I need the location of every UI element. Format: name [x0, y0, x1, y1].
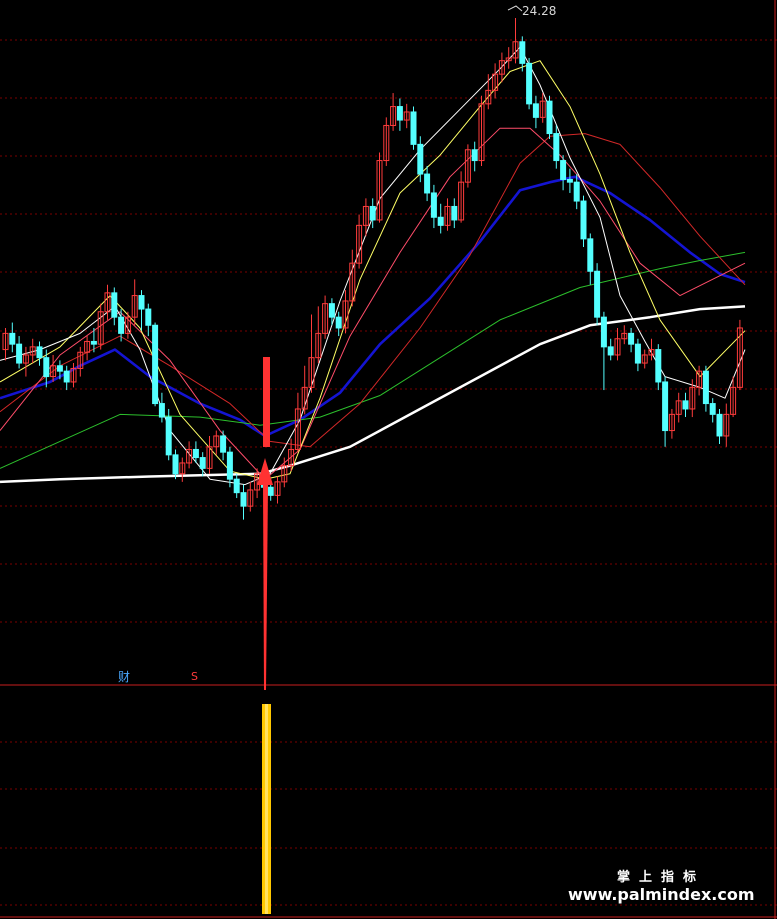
peak-pointer — [507, 5, 523, 12]
candle-body — [655, 349, 662, 383]
candle-body — [9, 332, 16, 345]
candle-body — [118, 316, 125, 334]
candle-body — [16, 343, 23, 364]
candle-body — [369, 205, 376, 221]
candle-body — [145, 308, 152, 326]
ma-line-ma30 — [0, 133, 746, 448]
candle-body — [199, 457, 206, 469]
candle-body — [220, 435, 227, 453]
candle-body — [158, 403, 165, 418]
candle-body — [430, 192, 437, 218]
candle-body — [628, 332, 635, 345]
candle-body — [546, 100, 553, 135]
candle-body — [709, 403, 716, 415]
candle-body — [553, 133, 560, 162]
candle-body — [587, 238, 594, 272]
candle-body — [607, 346, 614, 356]
candle-body — [600, 316, 607, 348]
finance-marker: 财 — [118, 670, 131, 684]
candle-body — [172, 454, 179, 475]
signal-volume-bar-highlight — [265, 704, 268, 914]
candle-body — [90, 340, 97, 345]
candle-body — [682, 400, 689, 410]
ma-line-ma5 — [0, 46, 746, 486]
candle-body — [451, 205, 458, 221]
candle-body — [192, 448, 199, 459]
moving-average-lines — [0, 46, 746, 486]
candle-body — [634, 343, 641, 364]
candle-body — [396, 106, 403, 121]
candle-body — [437, 216, 444, 226]
kline-chart — [0, 0, 777, 919]
candlesticks — [2, 5, 743, 520]
candle-body — [702, 370, 709, 405]
signal-red-bar — [263, 357, 270, 447]
candle-body — [560, 160, 567, 180]
candle-body — [267, 486, 274, 496]
watermark-url: www.palmindex.com — [568, 885, 755, 904]
buy-signal — [257, 357, 273, 914]
candle-body — [594, 270, 601, 318]
candle-body — [410, 111, 417, 145]
watermark-cn: 掌上指标 — [617, 870, 706, 885]
candle-body — [56, 365, 63, 372]
candle-body — [532, 103, 539, 118]
chart-stage: 24.28 财 S 掌上指标 www.palmindex.com — [0, 0, 777, 919]
candle-body — [471, 149, 478, 162]
candle-body — [226, 451, 233, 480]
candle-body — [165, 416, 172, 456]
candle-body — [36, 346, 43, 359]
candle-body — [335, 316, 342, 329]
peak-price-label: 24.28 — [522, 4, 557, 18]
candle-body — [417, 143, 424, 175]
signal-arrow-shaft — [263, 485, 268, 690]
candle-body — [152, 324, 159, 405]
candle-body — [111, 292, 118, 318]
candle-body — [233, 478, 240, 494]
candle-body — [716, 413, 723, 437]
ma-line-ma10 — [0, 60, 746, 480]
candle-body — [662, 381, 669, 432]
candle-body — [328, 303, 335, 318]
candle-body — [519, 41, 526, 64]
candle-body — [526, 62, 533, 105]
candle-body — [573, 181, 580, 202]
sell-marker: S — [191, 670, 198, 683]
candle-body — [240, 492, 247, 507]
candle-body — [424, 173, 431, 194]
candle-body — [566, 178, 573, 183]
candle-body — [63, 370, 70, 383]
candle-body — [43, 357, 50, 378]
candle-body — [138, 295, 145, 310]
ma-line-ma250 — [0, 305, 746, 484]
candle-body — [580, 200, 587, 240]
